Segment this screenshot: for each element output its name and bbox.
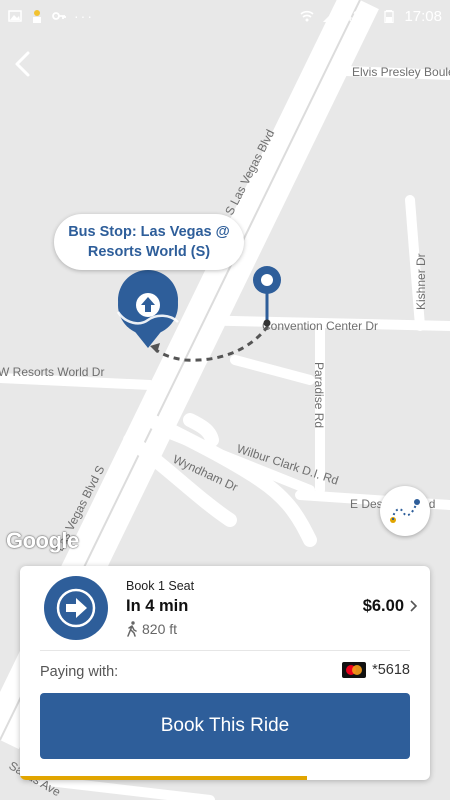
book-ride-button[interactable]: Book This Ride	[40, 693, 410, 759]
progress-bar	[20, 776, 430, 780]
overflow-icon: ···	[74, 8, 94, 24]
forward-arrow-icon	[56, 588, 96, 628]
wifi-icon	[300, 10, 314, 22]
google-logo: Google	[6, 528, 79, 553]
key-icon	[52, 12, 66, 20]
walk-distance-value: 820 ft	[142, 621, 178, 637]
paying-with-label: Paying with:	[40, 664, 119, 680]
road-label-elvis: Elvis Presley Boulevard	[352, 65, 450, 79]
bus-stop-label: Bus Stop: Las Vegas @ Resorts World (S)	[68, 224, 230, 260]
ride-price: $6.00	[362, 597, 404, 615]
signal-icon	[323, 10, 336, 22]
walking-icon	[127, 621, 137, 637]
back-arrow-icon	[15, 51, 30, 77]
card-number: *5618	[372, 662, 410, 678]
ride-seat-label: Book 1 Seat	[126, 579, 195, 593]
chevron-right-icon	[410, 599, 418, 615]
progress-fill	[20, 776, 307, 780]
route-overview-button[interactable]	[380, 486, 430, 536]
user-badge-icon	[33, 10, 41, 23]
battery-percent: 42%	[344, 7, 375, 25]
ride-icon	[44, 576, 108, 640]
road-label-kishner: Kishner Dr	[414, 253, 428, 310]
payment-method[interactable]: *5618	[342, 662, 410, 678]
mastercard-icon	[342, 662, 367, 678]
road-label-convention: Convention Center Dr	[262, 319, 378, 333]
battery-icon	[384, 10, 395, 23]
ride-eta: In 4 min	[126, 597, 189, 615]
booking-card: Book 1 Seat In 4 min 820 ft $6.00 Paying…	[20, 566, 430, 780]
road-label-resorts: W Resorts World Dr	[0, 365, 104, 379]
status-bar: ··· 42% 17:08	[0, 0, 450, 32]
gallery-icon	[8, 10, 22, 22]
route-dots-icon	[390, 499, 420, 523]
clock: 17:08	[404, 7, 442, 25]
bus-stop-tooltip[interactable]: Bus Stop: Las Vegas @ Resorts World (S)	[54, 214, 244, 270]
divider	[40, 650, 410, 651]
back-button[interactable]	[6, 46, 38, 82]
walk-distance: 820 ft	[126, 621, 177, 637]
ride-option-row[interactable]: Book 1 Seat In 4 min 820 ft $6.00	[20, 566, 430, 650]
road-label-paradise: Paradise Rd	[312, 362, 326, 428]
